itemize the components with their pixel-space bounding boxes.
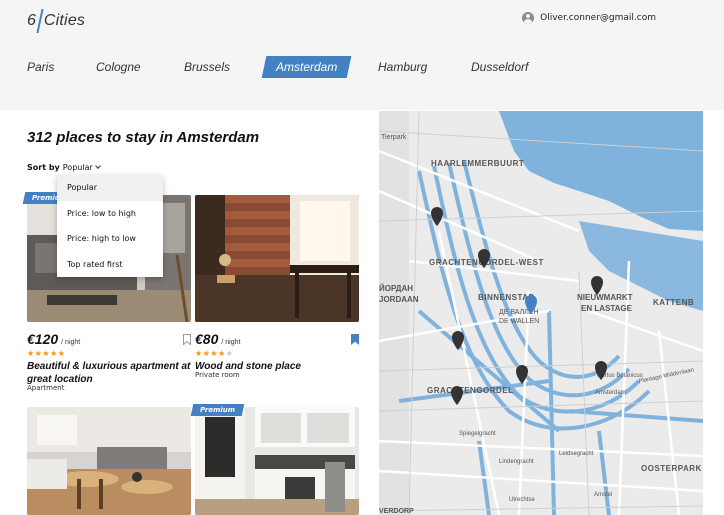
map-label: NIEUWMARKT	[577, 293, 633, 302]
map-label: ЙОРДАН	[379, 284, 413, 293]
tab-cologne[interactable]: Cologne	[96, 56, 141, 78]
tab-label: Paris	[27, 60, 55, 74]
tab-hamburg[interactable]: Hamburg	[378, 56, 427, 78]
rating-stars: ★★★★★	[195, 349, 234, 358]
logo-text: Cities	[43, 12, 86, 29]
map-label: Tierpark	[381, 134, 407, 141]
tab-label: Hamburg	[378, 60, 428, 74]
map-label: Amsterdam	[595, 390, 626, 396]
sort-dropdown: Popular Price: low to high Price: high t…	[57, 175, 163, 277]
page-title: 312 places to stay in Amsterdam	[27, 129, 260, 146]
chevron-down-icon	[94, 163, 101, 169]
place-card[interactable]: €80/ night ★★★★★ Wood and stone place Pr…	[195, 195, 359, 395]
tab-label: Brussels	[184, 60, 231, 74]
sort-control[interactable]: Sort by Popular	[27, 163, 101, 172]
map-label: DE WALLEN	[499, 318, 539, 325]
user-avatar-icon	[522, 12, 535, 24]
site-header: 6 Cities Oliver.conner@gmail.com Paris C…	[0, 0, 724, 110]
tab-label: Cologne	[96, 60, 141, 74]
map-label: EN LASTAGE	[581, 304, 633, 313]
map-label: Spiegelgracht	[459, 431, 496, 437]
map-label: Utrechtse	[509, 497, 535, 503]
sort-label: Sort by	[27, 163, 60, 172]
place-image[interactable]	[27, 407, 191, 515]
map-label: Leidsegracht	[559, 451, 594, 457]
premium-badge: Premium	[190, 404, 245, 416]
map-label: KATTENB	[653, 298, 694, 307]
sort-option-price-high-low[interactable]: Price: high to low	[57, 226, 163, 252]
place-card[interactable]	[27, 407, 191, 515]
bookmark-icon[interactable]	[351, 334, 359, 345]
sort-value: Popular	[62, 163, 93, 172]
map-label: VERDORP	[379, 508, 414, 515]
map-label: GRACHTENGORDEL	[427, 386, 514, 395]
price-value: €120	[27, 331, 59, 347]
user-email: Oliver.conner@gmail.com	[540, 13, 656, 23]
tab-brussels[interactable]: Brussels	[184, 56, 230, 78]
price-period: / night	[61, 339, 81, 346]
sort-option-price-low-high[interactable]: Price: low to high	[57, 201, 163, 227]
place-type: Private room	[195, 371, 240, 379]
map-label: Lindengracht	[499, 459, 534, 465]
price-period: / night	[221, 339, 241, 346]
place-image[interactable]	[195, 407, 359, 515]
place-card[interactable]: Premium	[190, 404, 359, 515]
place-name[interactable]: Beautiful & luxurious apartment at great…	[27, 360, 191, 386]
logo-divider	[36, 9, 44, 33]
map-label: OOSTERPARK	[641, 464, 702, 473]
logo-number: 6	[27, 12, 36, 29]
rating-stars: ★★★★★	[27, 349, 66, 358]
map-label: HAARLEMMERBUURT	[431, 159, 524, 168]
tab-label: Dusseldorf	[471, 60, 529, 74]
place-image[interactable]	[195, 195, 359, 322]
sort-option-top-rated[interactable]: Top rated first	[57, 252, 163, 278]
bookmark-icon[interactable]	[183, 334, 191, 345]
price: €80/ night	[195, 331, 240, 347]
logo[interactable]: 6 Cities	[27, 8, 85, 34]
sort-option-popular[interactable]: Popular	[57, 175, 163, 201]
tab-amsterdam[interactable]: Amsterdam	[261, 56, 352, 78]
map-canvas[interactable]: Tierpark HAARLEMMERBUURT GRACHTENGORDEL-…	[379, 111, 703, 515]
tab-paris[interactable]: Paris	[27, 56, 54, 78]
user-profile[interactable]: Oliver.conner@gmail.com	[522, 12, 656, 24]
premium-label: Premium	[200, 406, 236, 414]
place-type: Apartment	[27, 384, 65, 392]
price: €120/ night	[27, 331, 80, 347]
map-label: Amstel	[594, 492, 612, 498]
tab-dusseldorf[interactable]: Dusseldorf	[471, 56, 528, 78]
map[interactable]: Tierpark HAARLEMMERBUURT GRACHTENGORDEL-…	[379, 111, 703, 515]
city-tabs: Paris Cologne Brussels Amsterdam Hamburg…	[0, 56, 724, 80]
price-value: €80	[195, 331, 219, 347]
map-label: JORDAAN	[379, 295, 419, 304]
tab-label: Amsterdam	[276, 60, 338, 74]
